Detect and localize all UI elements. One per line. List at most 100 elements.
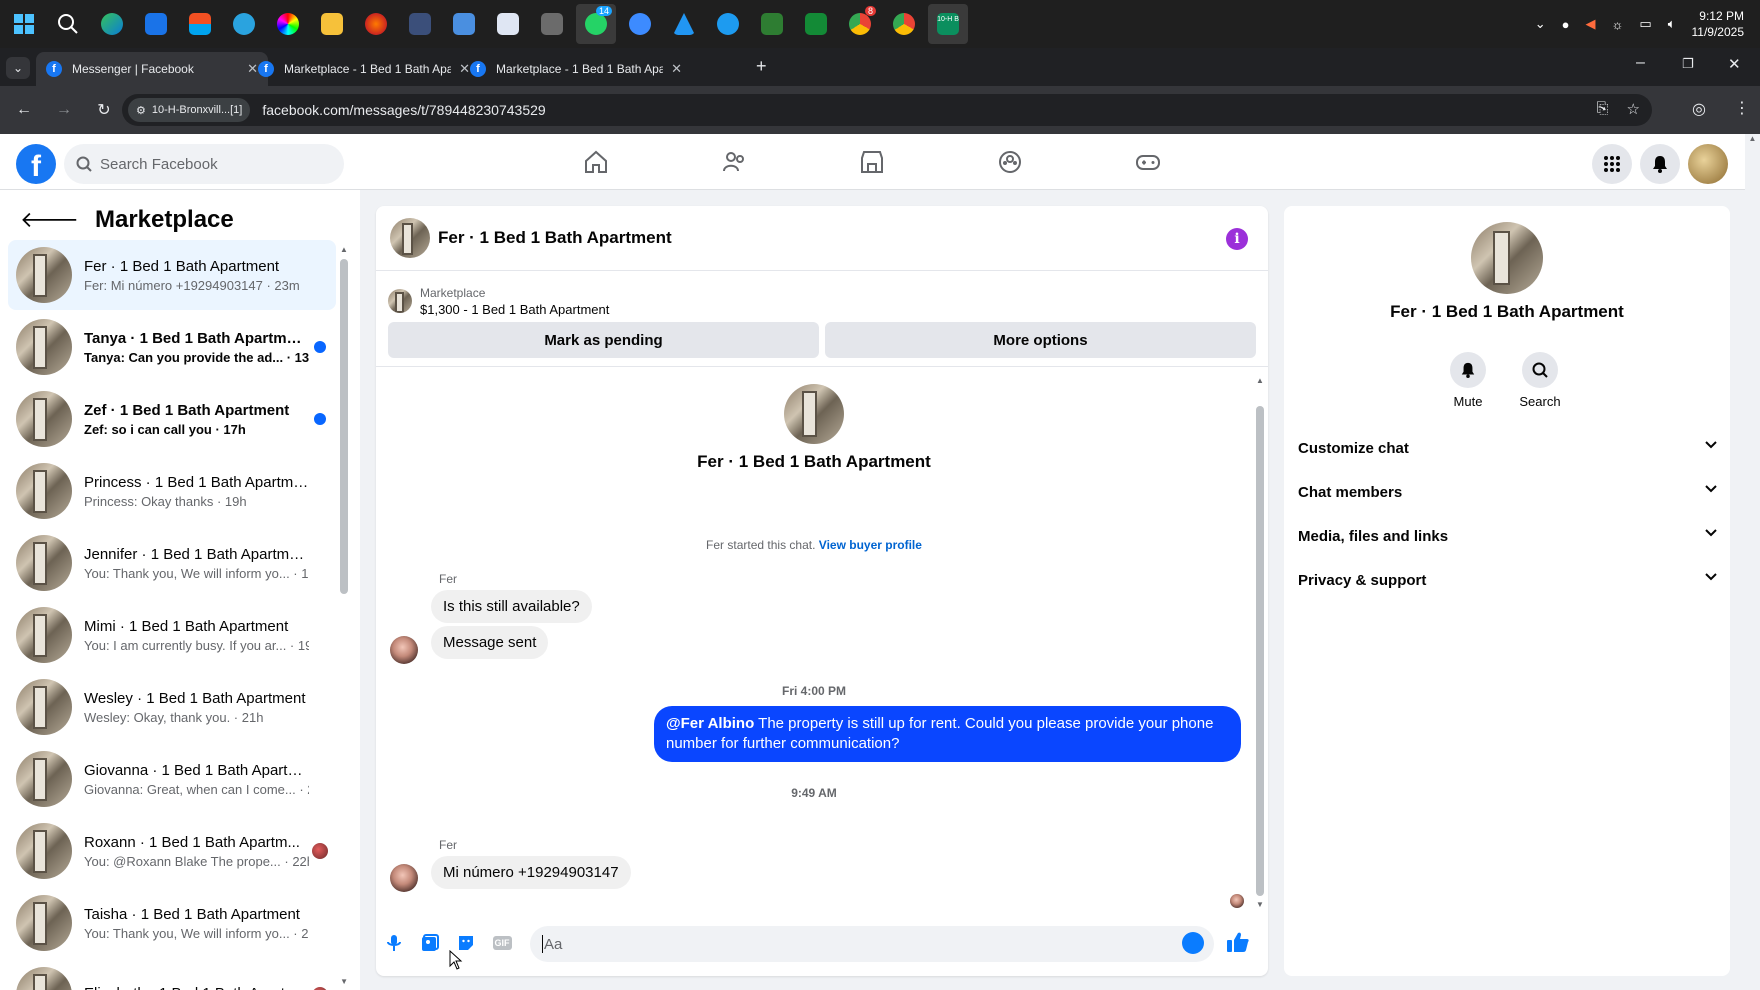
conversation-item[interactable]: Taisha · 1 Bed 1 Bath Apartment You: Than…	[8, 888, 336, 958]
message-input[interactable]: Aa	[530, 926, 1214, 962]
conversation-item[interactable]: Princess · 1 Bed 1 Bath Apartment Princes…	[8, 456, 336, 526]
address-bar[interactable]: ⚙ 10-H-Bronxvill...[1] facebook.com/messa…	[122, 94, 1652, 126]
message-bubble-incoming[interactable]: Is this still available?	[431, 590, 592, 623]
brightness-icon[interactable]: ☼	[1611, 17, 1623, 32]
telegram-icon[interactable]	[224, 4, 264, 44]
whatsapp-icon[interactable]: 14	[576, 4, 616, 44]
tab-search-icon[interactable]: ⌄	[6, 57, 30, 79]
conversation-avatar[interactable]	[784, 384, 844, 444]
search-input[interactable]: Search Facebook	[64, 144, 344, 184]
message-bubble-outgoing[interactable]: @Fer Albino The property is still up for…	[654, 706, 1241, 762]
chat-avatar[interactable]	[390, 218, 430, 258]
security-icon[interactable]: ●	[1562, 17, 1570, 32]
file-explorer-icon[interactable]	[312, 4, 352, 44]
microphone-icon[interactable]	[376, 925, 412, 961]
privacy-support-section[interactable]: Privacy & support	[1298, 560, 1718, 600]
conversation-item[interactable]: Tanya · 1 Bed 1 Bath Apartment Tanya: Can…	[8, 312, 336, 382]
conversation-item[interactable]: Roxann · 1 Bed 1 Bath Apartm... You: @Rox…	[8, 816, 336, 886]
app-tile-icon[interactable]: 10-H B	[928, 4, 968, 44]
edge-icon[interactable]	[92, 4, 132, 44]
search-conversation-button[interactable]: Search	[1510, 352, 1570, 409]
menu-icon[interactable]: ⋮	[1734, 98, 1750, 118]
scroll-down-arrow-icon[interactable]: ▼	[1256, 900, 1264, 909]
nav-groups-icon[interactable]	[954, 142, 1066, 182]
nav-marketplace-icon[interactable]	[816, 142, 928, 182]
message-bubble-incoming[interactable]: Mi número +19294903147	[431, 856, 631, 889]
sender-avatar[interactable]	[390, 636, 418, 664]
scroll-down-arrow-icon[interactable]: ▼	[340, 977, 348, 986]
volume-alert-icon[interactable]: ◀	[1585, 16, 1595, 32]
notepad-icon[interactable]	[444, 4, 484, 44]
chrome-icon[interactable]: 8	[840, 4, 880, 44]
color-picker-icon[interactable]	[268, 4, 308, 44]
restore-icon[interactable]: ❐	[1682, 56, 1694, 72]
chrome-profile-icon[interactable]	[884, 4, 924, 44]
nav-gaming-icon[interactable]	[1092, 142, 1204, 182]
app-lock-icon[interactable]	[752, 4, 792, 44]
account-avatar[interactable]	[1688, 144, 1728, 184]
scroll-up-arrow-icon[interactable]: ▲	[1745, 134, 1760, 143]
app-figure-icon[interactable]	[532, 4, 572, 44]
app-bird-icon[interactable]	[708, 4, 748, 44]
bookmark-star-icon[interactable]: ☆	[1627, 100, 1640, 118]
nav-home-icon[interactable]	[540, 142, 652, 182]
app-blue-circle-icon[interactable]	[620, 4, 660, 44]
notifications-bell-icon[interactable]	[1640, 144, 1680, 184]
chat-scrollbar[interactable]: ▲ ▼	[1256, 376, 1264, 916]
profile-chip[interactable]: ⚙ 10-H-Bronxvill...[1]	[128, 98, 251, 122]
search-icon[interactable]	[48, 4, 88, 44]
install-app-icon[interactable]: ⎘	[1597, 100, 1609, 118]
scroll-up-arrow-icon[interactable]: ▲	[340, 245, 348, 254]
url-text[interactable]: facebook.com/messages/t/789448230743529	[262, 102, 545, 118]
app-sail-icon[interactable]	[664, 4, 704, 44]
sender-avatar[interactable]	[390, 864, 418, 892]
more-options-button[interactable]: More options	[825, 322, 1256, 358]
minimize-icon[interactable]: –	[1636, 54, 1645, 72]
view-buyer-profile-link[interactable]: View buyer profile	[819, 538, 922, 552]
sidebar-scrollbar[interactable]: ▲	[340, 245, 348, 594]
page-scrollbar[interactable]: ▲	[1745, 134, 1760, 990]
close-window-icon[interactable]: ✕	[1728, 55, 1741, 73]
profile-icon[interactable]: ◎	[1692, 99, 1706, 119]
conversation-item[interactable]: Jennifer · 1 Bed 1 Bath Apartment You: Th…	[8, 528, 336, 598]
mute-button[interactable]: Mute	[1438, 352, 1498, 409]
tab-marketplace-2[interactable]: f Marketplace - 1 Bed 1 Bath Apa ✕	[460, 52, 692, 86]
scrollbar-thumb[interactable]	[1256, 406, 1264, 896]
app-glasses-icon[interactable]	[796, 4, 836, 44]
facebook-logo-icon[interactable]: f	[16, 144, 56, 184]
outlook-icon[interactable]	[136, 4, 176, 44]
gif-icon[interactable]: GIF	[484, 925, 520, 961]
app-list-icon[interactable]	[400, 4, 440, 44]
close-tab-icon[interactable]: ✕	[671, 61, 682, 77]
info-icon[interactable]: i	[1226, 228, 1248, 250]
customize-chat-section[interactable]: Customize chat	[1298, 428, 1718, 468]
attach-photo-icon[interactable]	[412, 925, 448, 961]
start-icon[interactable]	[4, 4, 44, 44]
tab-messenger[interactable]: f Messenger | Facebook ✕	[36, 52, 268, 86]
mention[interactable]: @Fer Albino	[666, 715, 754, 732]
chat-members-section[interactable]: Chat members	[1298, 472, 1718, 512]
media-files-links-section[interactable]: Media, files and links	[1298, 516, 1718, 556]
chat-title[interactable]: Fer · 1 Bed 1 Bath Apartment	[438, 228, 672, 248]
conversation-item[interactable]: Wesley · 1 Bed 1 Bath Apartment Wesley: O…	[8, 672, 336, 742]
clock[interactable]: 9:12 PM 11/9/2025	[1692, 8, 1745, 40]
conversation-item[interactable]: Giovanna · 1 Bed 1 Bath Apartm... Giovann…	[8, 744, 336, 814]
menu-grid-icon[interactable]	[1592, 144, 1632, 184]
chevron-up-icon[interactable]: ⌄	[1535, 16, 1546, 32]
thumbs-up-icon[interactable]	[1226, 931, 1250, 958]
tab-marketplace-1[interactable]: f Marketplace - 1 Bed 1 Bath Apa ✕	[248, 52, 480, 86]
back-arrow-icon[interactable]: 🡐	[20, 207, 79, 233]
nav-friends-icon[interactable]	[678, 142, 790, 182]
network-icon[interactable]: ▭	[1639, 16, 1651, 32]
speaker-icon[interactable]: 🔈︎	[1668, 16, 1676, 32]
conversation-item[interactable]: Zef · 1 Bed 1 Bath Apartment Zef: so i ca…	[8, 384, 336, 454]
store-icon[interactable]	[180, 4, 220, 44]
forward-icon[interactable]: →	[48, 94, 80, 126]
conversation-item[interactable]: Elizabeth · 1 Bed 1 Bath Apart...	[8, 960, 336, 990]
app-grid-icon[interactable]	[488, 4, 528, 44]
app-orange-icon[interactable]	[356, 4, 396, 44]
back-icon[interactable]: ←	[8, 94, 40, 126]
message-bubble-incoming[interactable]: Message sent	[431, 626, 549, 659]
details-avatar[interactable]	[1471, 222, 1543, 294]
new-tab-icon[interactable]: +	[756, 56, 767, 77]
